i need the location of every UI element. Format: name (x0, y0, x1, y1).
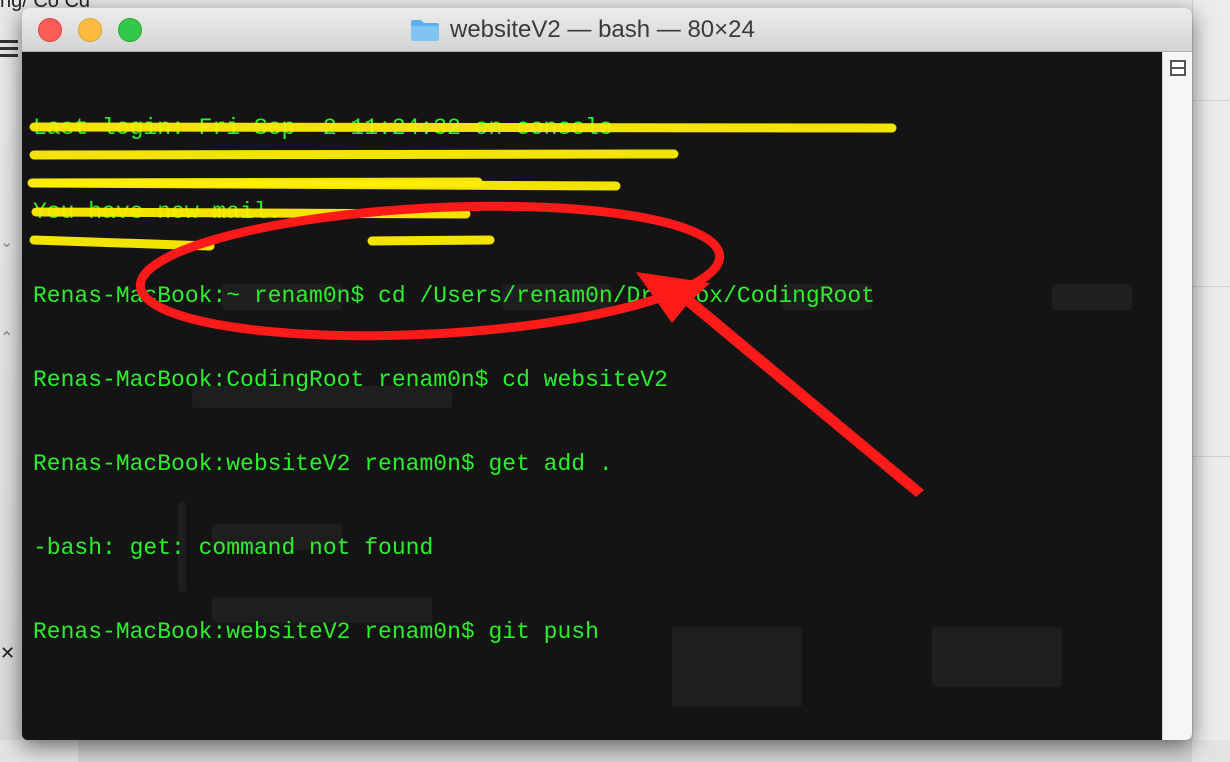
split-pane-icon[interactable] (1170, 60, 1186, 76)
window-title-text: websiteV2 — bash — 80×24 (450, 16, 755, 43)
terminal-line: Last login: Fri Sep 2 11:24:32 on consol… (33, 115, 613, 141)
terminal-line: Renas-MacBook:CodingRoot renam0n$ cd web… (33, 367, 668, 393)
terminal-scrollbar[interactable] (1162, 52, 1192, 740)
title-bar[interactable]: websiteV2 — bash — 80×24 (22, 8, 1192, 52)
terminal-output[interactable]: Last login: Fri Sep 2 11:24:32 on consol… (22, 52, 1162, 740)
background-side-panel (1192, 0, 1230, 762)
terminal-line: Renas-MacBook:websiteV2 renam0n$ get add… (33, 451, 613, 477)
background-divider (1192, 286, 1230, 287)
minimize-button[interactable] (78, 18, 102, 42)
background-divider (1192, 456, 1230, 457)
terminal-line: Renas-MacBook:~ renam0n$ cd /Users/renam… (33, 283, 875, 309)
terminal-line: You have new mail. (33, 199, 282, 225)
hamburger-menu-icon (0, 40, 18, 58)
terminal-window[interactable]: websiteV2 — bash — 80×24 Last login: Fri… (22, 8, 1192, 740)
terminal-line: -bash: get: command not found (33, 535, 434, 561)
chevron-up-icon: ⌃ (0, 328, 14, 347)
background-ghost (932, 627, 1062, 687)
window-title: websiteV2 — bash — 80×24 (410, 16, 755, 44)
terminal-line: Renas-MacBook:websiteV2 renam0n$ git pus… (33, 619, 599, 645)
chevron-down-icon: ⌄ (0, 232, 14, 251)
zoom-button[interactable] (118, 18, 142, 42)
close-button[interactable] (38, 18, 62, 42)
close-icon: ✕ (0, 643, 16, 664)
background-bottom-strip (78, 740, 1192, 762)
background-divider (1192, 100, 1230, 101)
terminal-text: Last login: Fri Sep 2 11:24:32 on consol… (33, 58, 875, 702)
background-ghost (1052, 284, 1132, 310)
folder-icon (411, 20, 439, 41)
